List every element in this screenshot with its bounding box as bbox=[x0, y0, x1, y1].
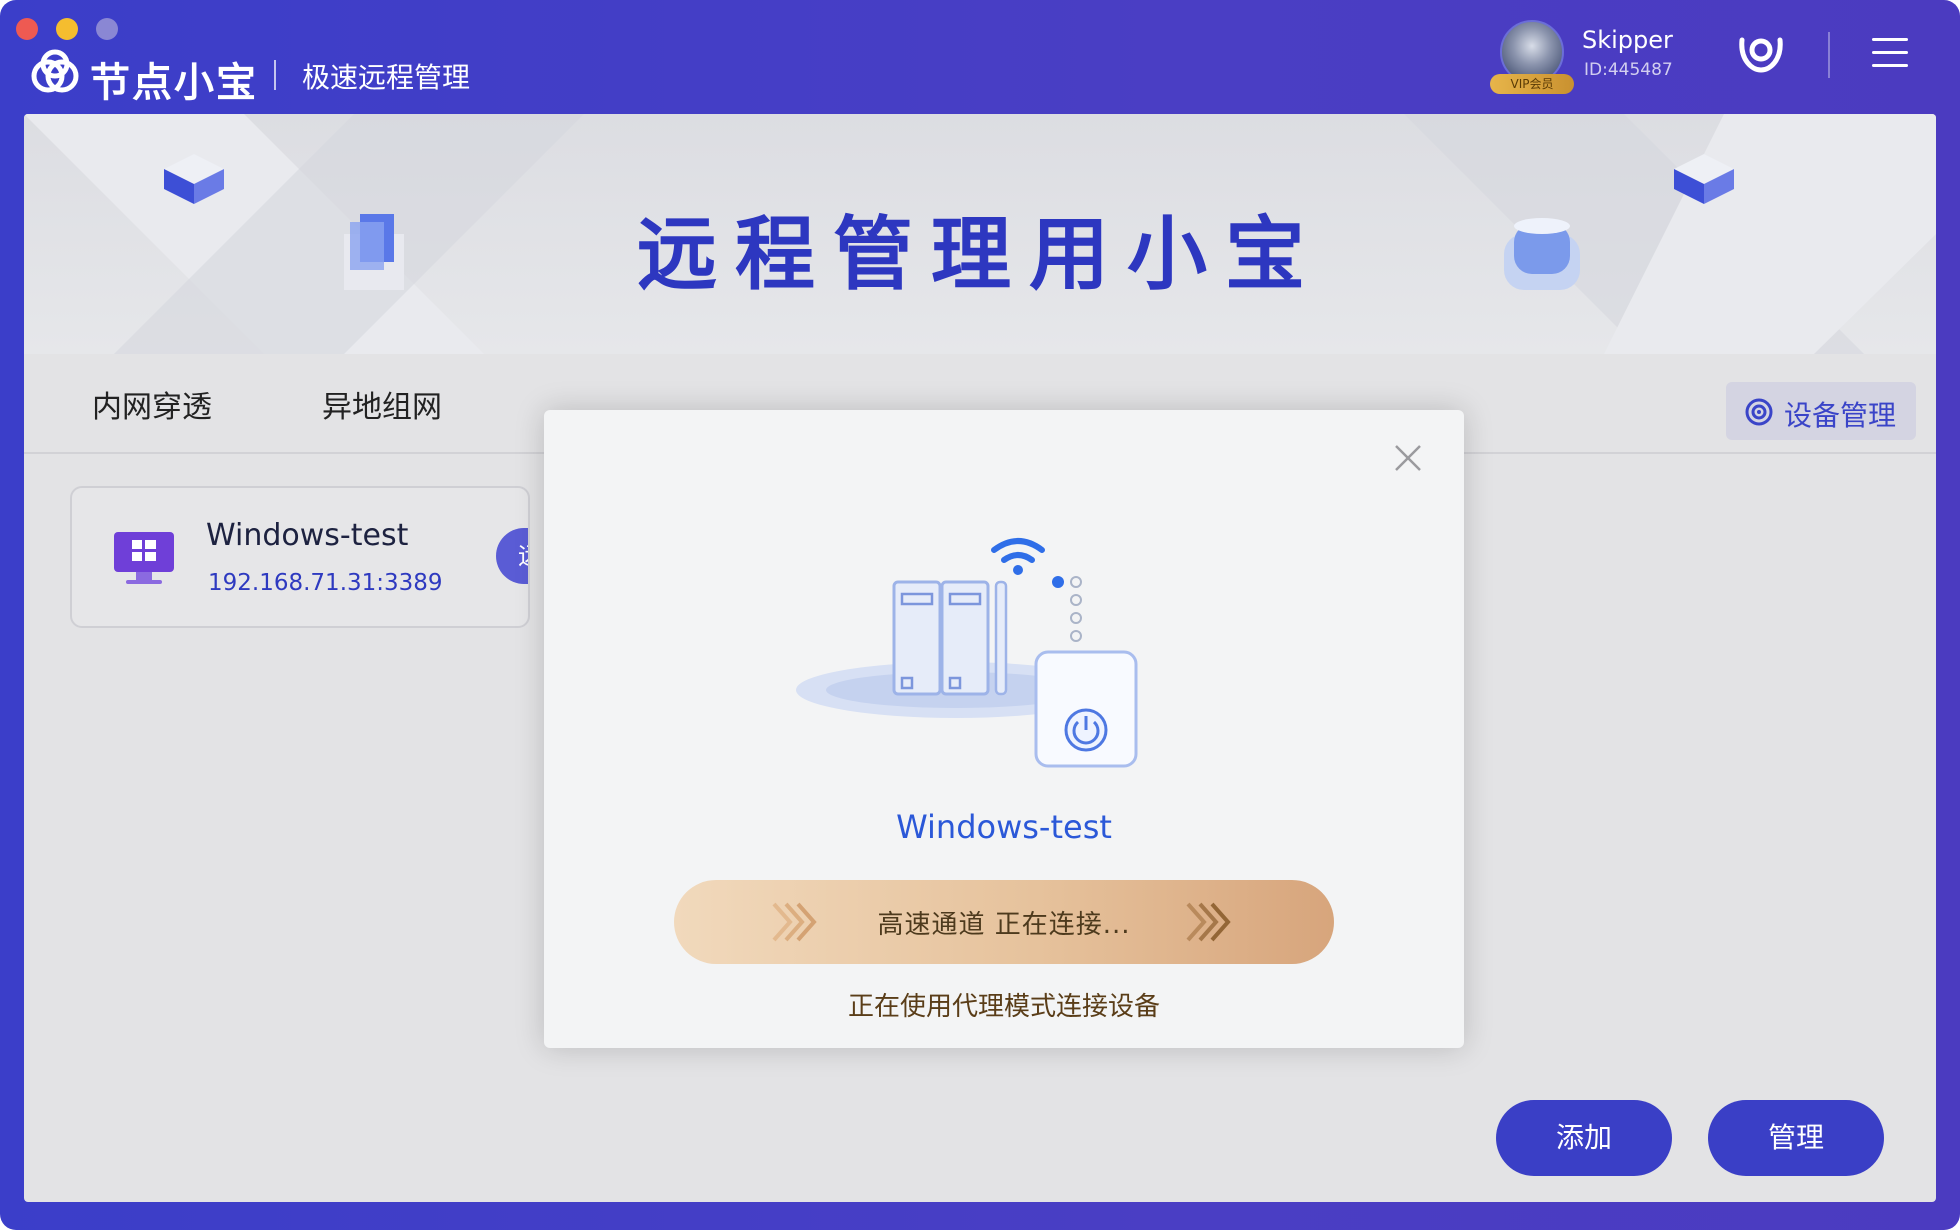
app-window: 节点小宝 极速远程管理 VIP会员 Skipper ID:445487 远程管理… bbox=[0, 0, 1960, 1230]
close-icon[interactable] bbox=[1392, 442, 1424, 474]
tab-intranet-penetration[interactable]: 内网穿透 bbox=[92, 382, 212, 426]
menu-icon[interactable] bbox=[1872, 38, 1908, 68]
device-card[interactable]: Windows-test 192.168.71.31:3389 远 bbox=[70, 486, 530, 628]
device-address: 192.168.71.31:3389 bbox=[208, 570, 443, 596]
main-content: 远程管理用小宝 内网穿透 异地组网 设备管理 Windows-test 192.… bbox=[24, 114, 1936, 1202]
target-icon bbox=[1745, 398, 1773, 426]
device-name: Windows-test bbox=[206, 518, 409, 553]
device-connecting-illustration bbox=[796, 538, 1138, 768]
sync-icon[interactable] bbox=[1736, 30, 1786, 74]
window-close-button[interactable] bbox=[16, 18, 38, 40]
device-management-label: 设备管理 bbox=[1784, 399, 1897, 432]
dialog-device-name: Windows-test bbox=[896, 808, 1112, 846]
chevron-right-icon bbox=[1186, 902, 1231, 942]
user-name[interactable]: Skipper bbox=[1582, 26, 1673, 54]
connection-status-text: 正在使用代理模式连接设备 bbox=[847, 992, 1160, 1022]
user-id: ID:445487 bbox=[1584, 60, 1673, 80]
connecting-dialog: Windows-test 高速通道 正在连接... 正在使用代理模式连接设备 bbox=[544, 410, 1464, 1048]
device-management-button[interactable]: 设备管理 bbox=[1726, 382, 1916, 440]
window-minimize-button[interactable] bbox=[56, 18, 78, 40]
app-name: 节点小宝 bbox=[90, 60, 258, 106]
connection-progress-text: 高速通道 正在连接... bbox=[877, 910, 1131, 940]
vip-badge: VIP会员 bbox=[1490, 74, 1574, 94]
banner-title: 远程管理用小宝 bbox=[637, 208, 1323, 301]
title-divider bbox=[274, 60, 276, 90]
app-subtitle: 极速远程管理 bbox=[302, 61, 471, 94]
windows-pc-icon bbox=[114, 532, 174, 584]
app-logo-icon bbox=[31, 49, 79, 93]
add-button[interactable]: 添加 bbox=[1496, 1100, 1672, 1176]
tab-remote-networking[interactable]: 异地组网 bbox=[322, 382, 442, 426]
remote-connect-button[interactable]: 远 bbox=[496, 528, 528, 584]
header-divider bbox=[1828, 32, 1830, 78]
manage-button[interactable]: 管理 bbox=[1708, 1100, 1884, 1176]
banner: 远程管理用小宝 bbox=[24, 114, 1936, 354]
window-zoom-button[interactable] bbox=[96, 18, 118, 40]
connection-progress-bar: 高速通道 正在连接... bbox=[674, 880, 1334, 964]
